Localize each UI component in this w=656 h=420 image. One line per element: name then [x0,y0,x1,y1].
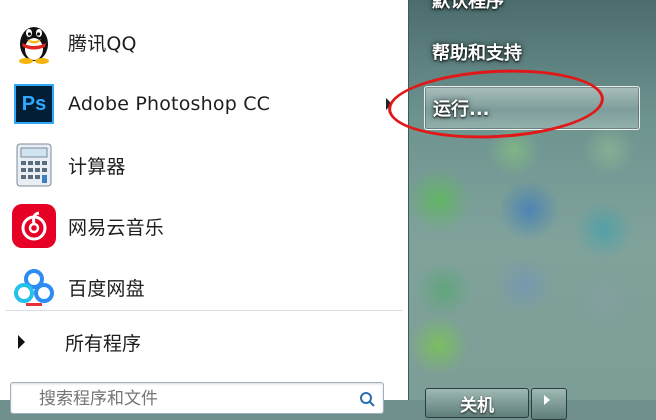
start-menu-programs-panel: 腾讯QQ Ps Adobe Photoshop CC 计算器 网易云音乐 百度网… [0,0,408,414]
all-programs-label: 所有程序 [65,332,142,355]
calculator-icon [10,141,58,189]
shutdown-options-button[interactable] [531,388,567,420]
search-input[interactable] [11,383,349,409]
photoshop-icon: Ps [10,80,58,128]
search-icon[interactable] [359,391,375,411]
program-label: 网易云音乐 [68,216,165,239]
chevron-right-icon [544,395,550,405]
program-label: 百度网盘 [68,277,145,300]
program-item-photoshop[interactable]: Ps Adobe Photoshop CC [0,73,406,135]
default-programs-item[interactable]: 默认程序 [432,0,652,20]
menu-separator [6,310,402,311]
program-label: 腾讯QQ [68,32,137,55]
all-programs-item[interactable]: 所有程序 [0,318,406,366]
expand-arrow-icon [18,335,25,349]
run-item[interactable]: 运行... [424,86,640,130]
program-item-netease-music[interactable]: 网易云音乐 [0,195,406,257]
search-box[interactable] [10,382,384,414]
program-item-calculator[interactable]: 计算器 [0,134,406,196]
netease-music-icon [10,202,58,250]
shutdown-button[interactable]: 关机 [425,388,529,418]
baidu-netdisk-icon [10,263,58,311]
program-label: 计算器 [68,155,126,178]
program-label: Adobe Photoshop CC [68,93,271,115]
qq-penguin-icon [10,18,58,66]
program-item-qq[interactable]: 腾讯QQ [0,11,406,73]
photoshop-icon-text: Ps [21,92,47,115]
help-and-support-item[interactable]: 帮助和支持 [432,32,652,72]
program-item-baidu-netdisk[interactable]: 百度网盘 [0,256,406,318]
submenu-arrow-icon[interactable] [386,98,392,110]
